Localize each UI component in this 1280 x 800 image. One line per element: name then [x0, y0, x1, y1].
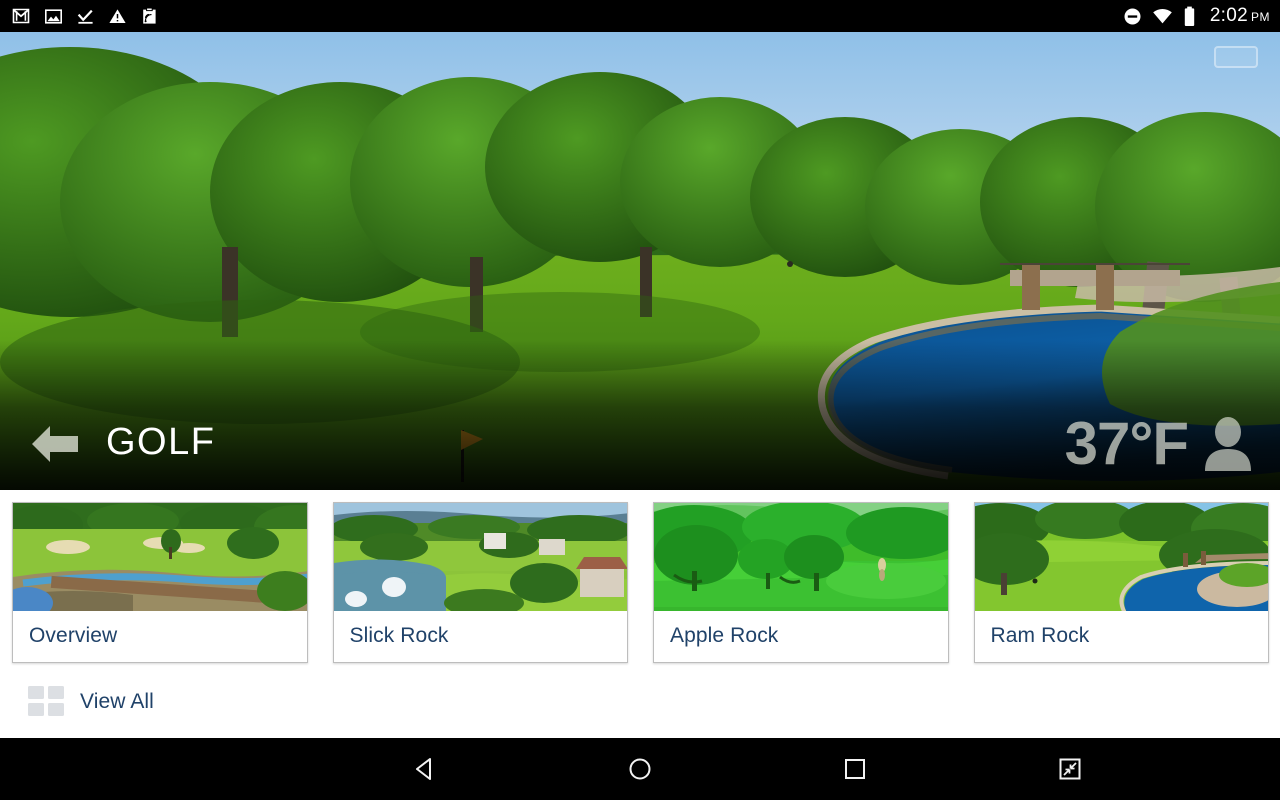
- back-arrow-icon[interactable]: [30, 422, 80, 466]
- home-circle-icon: [629, 758, 651, 780]
- clipboard-icon: [143, 7, 156, 24]
- wifi-icon: [1153, 8, 1172, 23]
- overview-image: [13, 503, 307, 611]
- card-label: Apple Rock: [654, 610, 948, 662]
- apple-rock-image: [654, 503, 948, 611]
- card-label: Overview: [13, 610, 307, 662]
- course-card-slick-rock[interactable]: Slick Rock: [332, 502, 628, 663]
- hero-toolbar: GOLF 37°F: [0, 398, 1280, 490]
- card-thumbnail: [333, 503, 627, 611]
- course-card-ram-rock[interactable]: Ram Rock: [973, 502, 1269, 663]
- page-title: GOLF: [106, 421, 216, 463]
- image-icon: [44, 8, 62, 24]
- clock-time: 2:02: [1209, 5, 1248, 26]
- nav-back-button[interactable]: [370, 738, 480, 800]
- battery-icon: [1184, 6, 1195, 26]
- temperature-display: 37°F: [1064, 410, 1189, 477]
- clock-meridiem: PM: [1251, 10, 1270, 24]
- view-all-button[interactable]: View All: [28, 685, 154, 719]
- mail-icon: [12, 8, 30, 23]
- hero-banner: GOLF 37°F: [0, 32, 1280, 490]
- card-label: Ram Rock: [974, 610, 1268, 662]
- status-bar-clock: 2:02 PM: [1210, 5, 1270, 27]
- ram-rock-image: [974, 503, 1268, 611]
- check-icon: [77, 9, 93, 24]
- cast-button-icon[interactable]: [1214, 46, 1258, 68]
- status-bar: 2:02 PM: [0, 0, 1280, 32]
- grid-icon: [28, 686, 64, 716]
- recents-square-icon: [845, 759, 865, 779]
- nav-shrink-screen-button[interactable]: [1015, 738, 1125, 800]
- card-thumbnail: [654, 503, 948, 611]
- status-bar-system-icons: 2:02 PM: [1123, 5, 1270, 27]
- card-label: Slick Rock: [333, 610, 627, 662]
- course-card-apple-rock[interactable]: Apple Rock: [653, 502, 949, 663]
- back-triangle-icon: [416, 758, 431, 780]
- card-thumbnail: [13, 503, 307, 611]
- status-bar-notifications: [12, 7, 159, 26]
- person-icon[interactable]: [1202, 417, 1254, 471]
- do-not-disturb-icon: [1124, 8, 1141, 24]
- shrink-screen-icon: [1059, 758, 1081, 780]
- warning-icon: [109, 8, 126, 23]
- android-navigation-bar: [0, 738, 1280, 800]
- card-thumbnail: [974, 503, 1268, 611]
- course-card-row: Overview Slick Rock Apple Rock Ram Rock: [0, 498, 1280, 663]
- nav-recents-button[interactable]: [800, 738, 910, 800]
- nav-home-button[interactable]: [585, 738, 695, 800]
- course-card-overview[interactable]: Overview: [12, 502, 308, 663]
- slick-rock-image: [333, 503, 627, 611]
- hero-right-group: 37°F: [1065, 414, 1254, 474]
- view-all-label: View All: [80, 690, 154, 713]
